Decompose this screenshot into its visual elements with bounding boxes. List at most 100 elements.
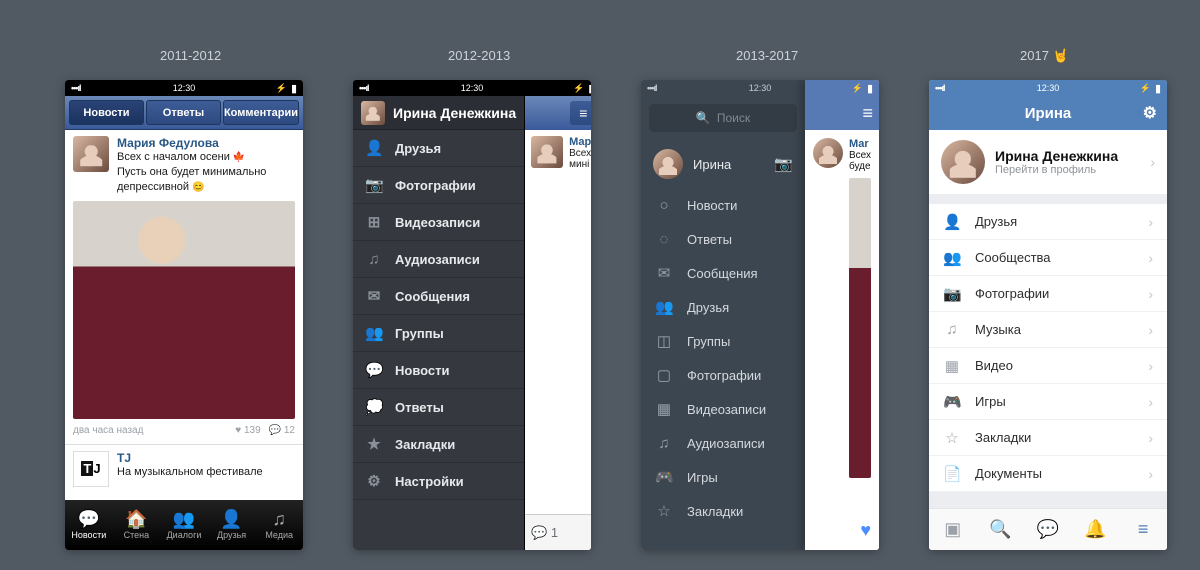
side-menu: 12:30 Ирина Денежкина 👤Друзья 📷Фотографи… [353, 80, 524, 550]
person-icon: 👤 [220, 510, 242, 528]
tab-dialogs[interactable]: 👥Диалоги [160, 500, 208, 550]
like-button[interactable]: ♥ [805, 510, 879, 550]
menu-item-news[interactable]: 💬Новости [353, 352, 524, 389]
menu-item-friends[interactable]: 👤Друзья [353, 130, 524, 167]
chevron-right-icon: › [1150, 154, 1155, 170]
menu-item-audio[interactable]: ♫Аудиозаписи [641, 426, 805, 460]
menu-item-messages[interactable]: ✉Сообщения [641, 256, 805, 290]
post-author[interactable]: Мария Федулова [117, 136, 295, 150]
clock: 12:30 [461, 83, 484, 93]
menu-item-games[interactable]: 🎮Игры [641, 460, 805, 494]
menu-item-replies[interactable]: ◌Ответы [641, 222, 805, 256]
people-icon: 👥 [943, 249, 961, 267]
post-time: два часа назад [73, 425, 143, 436]
content-sliver[interactable]: ⚡ ≡ Маr Всехбуде ♥ [805, 80, 879, 550]
menu-item-documents[interactable]: 📄Документы› [929, 456, 1167, 492]
menu-item-groups[interactable]: ◫Группы [641, 324, 805, 358]
menu-item-photos[interactable]: 📷Фотографии› [929, 276, 1167, 312]
menu-item-photos[interactable]: 📷Фотографии [353, 167, 524, 204]
clock: 12:30 [1037, 83, 1060, 93]
menu-item-friends[interactable]: 👤Друзья› [929, 204, 1167, 240]
seg-replies[interactable]: Ответы [146, 100, 221, 125]
battery-icon [1155, 82, 1161, 95]
menu-item-games[interactable]: 🎮Игры› [929, 384, 1167, 420]
profile-row[interactable]: Ирина 📷 [641, 140, 805, 188]
menu-item-videos[interactable]: ⊞Видеозаписи [353, 204, 524, 241]
menu-header[interactable]: Ирина Денежкина [353, 96, 524, 130]
seg-news[interactable]: Новости [69, 100, 144, 125]
gear-icon[interactable]: ⚙ [1143, 103, 1157, 123]
menu-item-news[interactable]: ○Новости [641, 188, 805, 222]
tab-messages[interactable]: 💬 [1024, 509, 1072, 550]
tab-wall[interactable]: 🏠Стена [113, 500, 161, 550]
menu-item-music[interactable]: ♫Музыка› [929, 312, 1167, 348]
video-icon: ▦ [655, 400, 673, 418]
hamburger-button[interactable]: ≡ [862, 103, 873, 124]
chevron-right-icon: › [1148, 358, 1153, 374]
tab-media[interactable]: ♫Медиа [255, 500, 303, 550]
like-count[interactable]: ♥ 139 [235, 425, 260, 436]
people-icon: 👥 [365, 324, 383, 342]
menu-item-videos[interactable]: ▦Видеозаписи [641, 392, 805, 426]
tab-notifications[interactable]: 🔔 [1072, 509, 1120, 550]
menu-item-bookmarks[interactable]: ☆Закладки [641, 494, 805, 528]
profile-subtitle: Перейти в профиль [995, 164, 1140, 176]
post-text: Всехбуде [849, 150, 871, 172]
chevron-right-icon: › [1148, 466, 1153, 482]
post-card[interactable]: Мария Федулова Всех с началом осени Пуст… [65, 130, 303, 445]
menu-item-bookmarks[interactable]: ☆Закладки› [929, 420, 1167, 456]
status-bar: 12:30 [353, 80, 524, 96]
reply-icon: ◌ [655, 231, 673, 248]
menu-item-communities[interactable]: 👥Сообщества› [929, 240, 1167, 276]
tab-search[interactable]: 🔍 [977, 509, 1025, 550]
menu-item-video[interactable]: ▦Видео› [929, 348, 1167, 384]
post-card[interactable]: TJ TJ На музыкальном фестивале [65, 445, 303, 493]
tab-bar: 💬Новости 🏠Стена 👥Диалоги 👤Друзья ♫Медиа [65, 500, 303, 550]
tab-feed[interactable]: ▣ [929, 509, 977, 550]
phone-2013: 12:30 🔍Поиск Ирина 📷 ○Новости ◌Ответы ✉С… [641, 80, 879, 550]
post-author: Марі [569, 136, 591, 148]
profile-name: Ирина Денежкина [393, 105, 516, 121]
avatar [813, 138, 843, 168]
home-icon: 🏠 [125, 510, 147, 528]
phone-2012: 12:30 Ирина Денежкина 👤Друзья 📷Фотографи… [353, 80, 591, 550]
avatar[interactable]: TJ [73, 451, 109, 487]
menu-item-friends[interactable]: 👥Друзья [641, 290, 805, 324]
camera-icon[interactable]: 📷 [774, 155, 793, 173]
post-text: На музыкальном фестивале [117, 465, 295, 480]
search-input[interactable]: 🔍Поиск [649, 104, 797, 132]
menu-item-replies[interactable]: 💭Ответы [353, 389, 524, 426]
post-footer: два часа назад ♥ 139 💬 12 [73, 423, 295, 440]
menu-item-audio[interactable]: ♫Аудиозаписи [353, 241, 524, 278]
news-feed: Мария Федулова Всех с началом осени Пуст… [65, 130, 303, 500]
post-photo[interactable] [73, 201, 295, 419]
seg-comments[interactable]: Комментарии [223, 100, 299, 125]
hamburger-button[interactable]: ≡ [570, 101, 591, 125]
chat-icon: 💬 [78, 510, 100, 528]
comment-count[interactable]: 💬 12 [269, 425, 295, 436]
avatar[interactable] [73, 136, 109, 172]
post-author[interactable]: TJ [117, 451, 295, 465]
tab-menu[interactable]: ≡ [1119, 509, 1167, 550]
menu-item-photos[interactable]: ▢Фотографии [641, 358, 805, 392]
chevron-right-icon: › [1148, 430, 1153, 446]
tab-friends[interactable]: 👤Друзья [208, 500, 256, 550]
menu-item-messages[interactable]: ✉Сообщения [353, 278, 524, 315]
clock: 12:30 [749, 83, 772, 93]
chat-icon[interactable]: 💬 1 [531, 525, 558, 541]
camera-icon: 📷 [943, 285, 961, 303]
signal-icon [71, 83, 80, 93]
profile-card[interactable]: Ирина Денежкина Перейти в профиль › [929, 130, 1167, 194]
menu-item-bookmarks[interactable]: ★Закладки [353, 426, 524, 463]
video-icon: ⊞ [365, 213, 383, 231]
music-icon: ♫ [272, 510, 286, 528]
nav-title: Ирина [1025, 105, 1072, 122]
video-icon: ▦ [943, 357, 961, 375]
content-sliver[interactable]: ⚡ ≡ Марі Всехмині 💬 1 [524, 80, 591, 550]
menu-item-groups[interactable]: 👥Группы [353, 315, 524, 352]
gamepad-icon: 🎮 [943, 393, 961, 411]
menu-item-settings[interactable]: ⚙Настройки [353, 463, 524, 500]
phone-2017: 12:30 ⚡ Ирина ⚙ Ирина Денежкина Перейти … [929, 80, 1167, 550]
profile-name: Ирина Денежкина [995, 148, 1140, 164]
tab-news[interactable]: 💬Новости [65, 500, 113, 550]
